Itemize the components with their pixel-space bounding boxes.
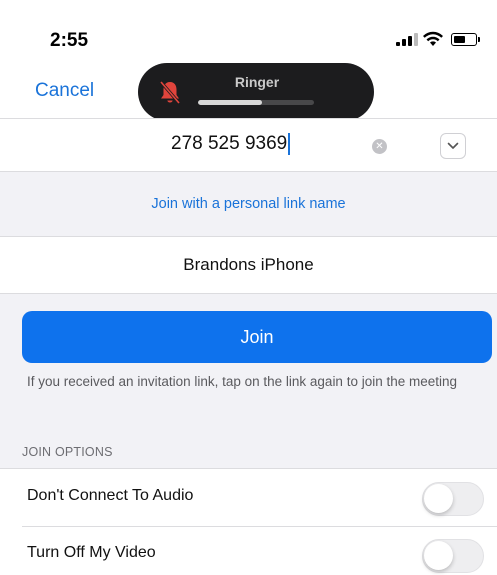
toggle-knob (424, 484, 453, 513)
display-name-input[interactable] (98, 255, 399, 275)
cancel-button[interactable]: Cancel (35, 80, 94, 102)
battery-fill (453, 35, 465, 43)
clear-x-icon[interactable]: ✕ (372, 139, 387, 154)
status-bar: 2:55 (0, 0, 497, 64)
join-options-list: Don't Connect To Audio Turn Off My Video (0, 468, 497, 575)
join-button[interactable]: Join (22, 311, 492, 363)
battery-icon (451, 33, 480, 46)
display-name-row[interactable] (0, 236, 497, 294)
chevron-down-icon (447, 142, 459, 149)
turn-off-video-toggle[interactable] (422, 539, 484, 573)
ringer-volume-track (198, 100, 314, 105)
option-row-audio: Don't Connect To Audio (0, 469, 497, 526)
join-options-header: JOIN OPTIONS (22, 445, 113, 459)
option-label-video: Turn Off My Video (27, 544, 156, 561)
toggle-knob (424, 541, 453, 570)
option-row-video: Turn Off My Video (0, 526, 497, 575)
ringer-volume-fill (198, 100, 262, 105)
meeting-id-history-button[interactable] (440, 133, 466, 159)
text-cursor (288, 133, 291, 155)
join-hint-text: If you received an invitation link, tap … (27, 374, 458, 389)
meeting-id-value: 278 525 9369 (171, 133, 288, 154)
join-personal-link-button[interactable]: Join with a personal link name (151, 196, 345, 212)
dont-connect-audio-toggle[interactable] (422, 482, 484, 516)
bell-slash-icon (159, 80, 181, 105)
option-label-audio: Don't Connect To Audio (27, 487, 194, 504)
ringer-hud: Ringer (138, 63, 374, 121)
meeting-id-row[interactable]: 278 525 9369 ✕ (0, 118, 497, 172)
ringer-label: Ringer (234, 74, 280, 90)
status-time: 2:55 (50, 30, 89, 51)
cellular-signal-icon (396, 33, 418, 46)
meeting-id-input[interactable]: 278 525 9369 (171, 133, 291, 155)
wifi-icon (423, 31, 443, 46)
personal-link-row: Join with a personal link name (0, 172, 497, 236)
